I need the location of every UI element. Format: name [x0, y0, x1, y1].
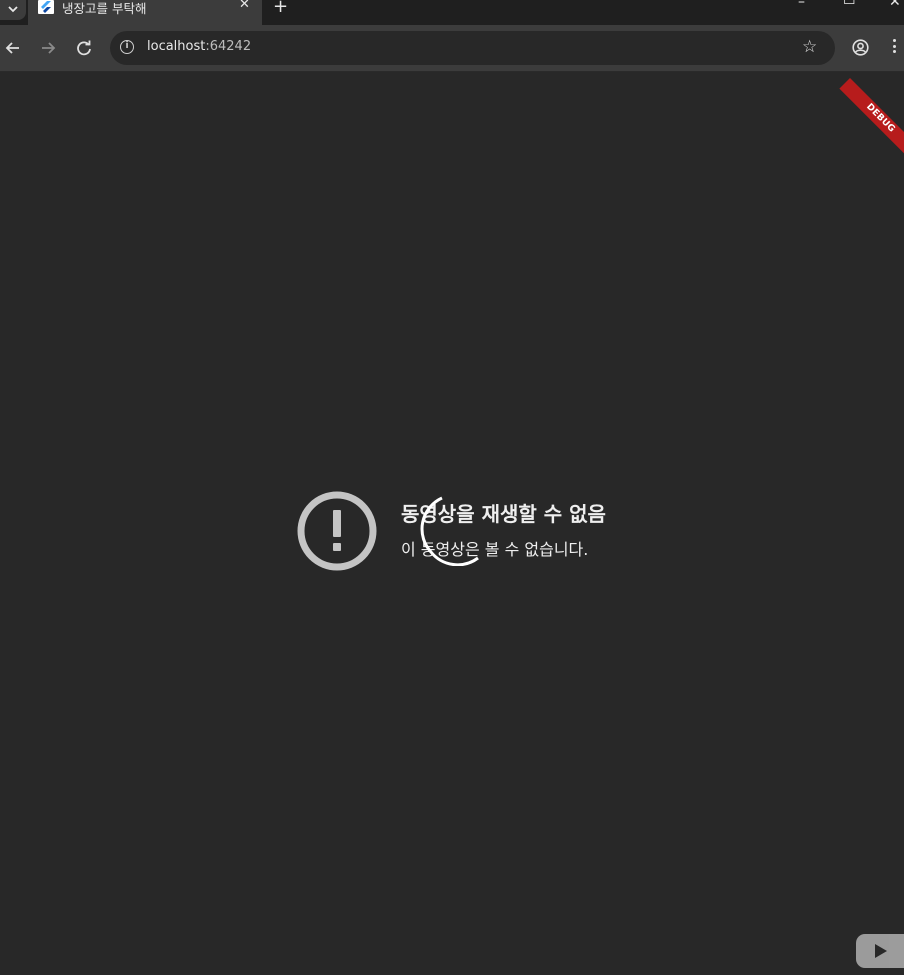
back-arrow-icon[interactable]: [2, 37, 24, 59]
address-bar[interactable]: i localhost:64242 ☆: [110, 31, 835, 65]
url-host: localhost: [147, 39, 206, 54]
play-icon: [875, 944, 887, 958]
tab-close-icon[interactable]: ✕: [239, 0, 250, 12]
tab-search-button[interactable]: [0, 0, 26, 20]
spinner-icon: [420, 496, 479, 566]
flutter-icon: [38, 0, 54, 14]
reload-icon[interactable]: [73, 37, 95, 59]
site-info-icon[interactable]: i: [120, 40, 134, 54]
profile-icon[interactable]: [852, 39, 869, 56]
chevron-down-icon: [8, 6, 18, 13]
browser-menu-icon[interactable]: [893, 39, 896, 56]
url-port: :64242: [205, 39, 252, 54]
toolbar-divider: [0, 71, 904, 72]
bookmark-star-icon[interactable]: ☆: [802, 37, 817, 57]
alert-circle-icon: [297, 491, 377, 571]
maximize-button[interactable]: ☐: [843, 0, 856, 8]
youtube-icon[interactable]: [856, 934, 904, 968]
url-text[interactable]: localhost:64242: [147, 39, 251, 54]
debug-banner: DEBUG: [839, 78, 904, 160]
forward-arrow-icon[interactable]: [37, 37, 59, 59]
browser-tab[interactable]: 냉장고를 부탁해 ✕: [28, 0, 262, 25]
tab-title: 냉장고를 부탁해: [62, 1, 147, 16]
close-window-button[interactable]: ✕: [889, 0, 901, 10]
new-tab-button[interactable]: +: [273, 0, 288, 17]
minimize-button[interactable]: –: [798, 0, 805, 10]
tab-strip: 냉장고를 부탁해 ✕ + – ☐ ✕: [0, 0, 904, 25]
